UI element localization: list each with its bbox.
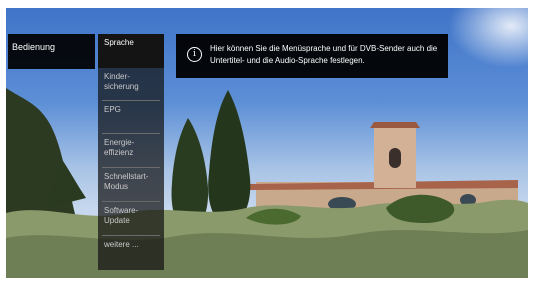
menu-category-bedienung[interactable]: Bedienung bbox=[8, 34, 95, 69]
menu-item-label: Software- Update bbox=[104, 206, 139, 225]
info-icon: i bbox=[187, 47, 202, 62]
menu-item-epg[interactable]: EPG bbox=[98, 101, 164, 134]
info-text: Hier können Sie die Menüsprache und für … bbox=[210, 44, 438, 65]
menu-item-schnellstart-modus[interactable]: Schnellstart- Modus bbox=[98, 168, 164, 202]
tower-roof bbox=[370, 122, 420, 128]
menu-item-label: Kinder- sicherung bbox=[104, 72, 139, 91]
tv-screen: Bedienung Sprache Kinder- sicherung EPG … bbox=[6, 8, 528, 278]
menu-item-energieeffizienz[interactable]: Energie- effizienz bbox=[98, 134, 164, 168]
menu-item-software-update[interactable]: Software- Update bbox=[98, 202, 164, 236]
menu-category-label: Bedienung bbox=[12, 42, 56, 52]
menu-item-kindersicherung[interactable]: Kinder- sicherung bbox=[98, 68, 164, 101]
menu-item-weitere[interactable]: weitere ... bbox=[98, 236, 164, 270]
menu-item-label: weitere ... bbox=[104, 240, 139, 249]
cypress-tree bbox=[208, 90, 251, 226]
menu-item-label: Energie- effizienz bbox=[104, 138, 135, 157]
menu-item-sprache[interactable]: Sprache bbox=[98, 34, 164, 68]
info-tooltip: i Hier können Sie die Menüsprache und fü… bbox=[176, 34, 448, 78]
submenu-list: Sprache Kinder- sicherung EPG Energie- e… bbox=[98, 34, 164, 270]
menu-item-label: EPG bbox=[104, 105, 121, 114]
menu-item-label: Sprache bbox=[104, 38, 134, 47]
tower-window bbox=[389, 148, 401, 168]
menu-item-label: Schnellstart- Modus bbox=[104, 172, 149, 191]
